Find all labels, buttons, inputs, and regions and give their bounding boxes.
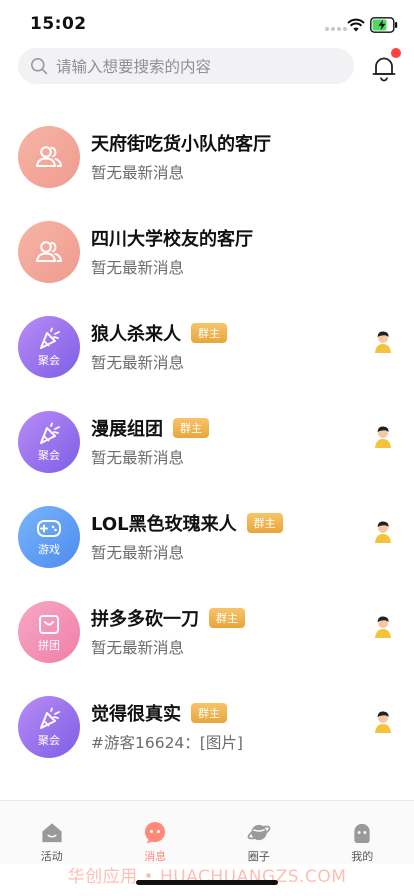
people-icon [34, 237, 64, 267]
home-icon [42, 823, 62, 843]
chat-last-message: 暂无最新消息 [91, 259, 185, 277]
member-avatar-icon [370, 517, 396, 543]
tab-bar: 活动 消息 圈子 我的 [0, 800, 414, 864]
chat-title-line: LOL黑色玫瑰来人 群主 [91, 510, 283, 536]
chat-title: 觉得很真实 [91, 704, 181, 725]
chat-avatar [18, 221, 80, 283]
chat-list-item[interactable]: 天府街吃货小队的客厅 暂无最新消息 [0, 110, 414, 205]
chat-last-message: 暂无最新消息 [91, 544, 185, 562]
chat-title-line: 拼多多砍一刀 群主 [91, 605, 245, 631]
chat-last-message: 暂无最新消息 [91, 354, 185, 372]
member-avatar-icon [370, 422, 396, 448]
tab-messages[interactable]: 消息 [104, 801, 208, 864]
avatar-category-label: 拼团 [38, 638, 60, 652]
planet-icon [247, 824, 271, 841]
status-time: 15:02 [30, 14, 87, 34]
member-avatar-icon [370, 707, 396, 733]
tab-activity[interactable]: 活动 [0, 801, 104, 864]
party-icon [37, 422, 61, 446]
chat-icon [145, 821, 166, 844]
chat-avatar: 聚会 [18, 696, 80, 758]
chat-list-item[interactable]: 聚会 觉得很真实 群主 #游客16624：[图片] [0, 680, 414, 775]
owner-badge: 群主 [191, 323, 227, 343]
owner-badge: 群主 [191, 703, 227, 723]
notification-bell-button[interactable] [370, 48, 401, 82]
chat-list-item[interactable]: 聚会 漫展组团 群主暂无最新消息 [0, 395, 414, 490]
chat-title: 天府街吃货小队的客厅 [91, 134, 271, 155]
avatar-category-label: 聚会 [38, 353, 60, 367]
chat-avatar: 游戏 [18, 506, 80, 568]
chat-avatar [18, 126, 80, 188]
owner-badge: 群主 [246, 513, 283, 533]
tab-circles[interactable]: 圈子 [207, 801, 311, 864]
chat-list-item[interactable]: 聚会 狼人杀来人 群主 暂无最新消息 [0, 300, 414, 395]
chat-title-line: 觉得很真实 群主 [91, 700, 227, 726]
status-bar: 15:02 [0, 0, 414, 48]
chat-avatar: 聚会 [18, 411, 80, 473]
chat-avatar: 聚会 [18, 316, 80, 378]
chat-title: 狼人杀来人 [91, 324, 181, 345]
search-icon [31, 58, 48, 75]
member-avatar-icon [370, 327, 396, 353]
party-icon [37, 707, 61, 731]
battery-charging-icon [370, 17, 398, 33]
chat-title: LOL黑色玫瑰来人 [91, 514, 237, 535]
chat-title: 拼多多砍一刀 [91, 609, 199, 630]
member-avatar-icon [370, 612, 396, 638]
chat-list-item[interactable]: 峡谷之巅的客厅暂无最新消息 [0, 96, 414, 110]
party-icon [37, 327, 61, 351]
people-icon [34, 142, 64, 172]
home-indicator [136, 880, 278, 885]
profile-icon [354, 823, 370, 844]
tab-me[interactable]: 我的 [311, 801, 414, 864]
chat-last-message: 暂无最新消息 [91, 449, 185, 467]
chat-last-message: #游客16624：[图片] [91, 734, 243, 752]
shopping-bag-icon [37, 612, 61, 636]
chat-title: 漫展组团 [91, 419, 163, 440]
chat-title-line: 天府街吃货小队的客厅 [91, 130, 271, 156]
chat-list-item[interactable]: 拼团 拼多多砍一刀 群主暂无最新消息 [0, 585, 414, 680]
chat-last-message: 暂无最新消息 [91, 164, 185, 182]
search-input[interactable]: 请输入想要搜索的内容 [56, 55, 211, 77]
chat-avatar: 拼团 [18, 601, 80, 663]
wifi-icon [347, 18, 365, 32]
avatar-category-label: 游戏 [38, 542, 60, 556]
notification-dot [391, 48, 401, 58]
bell-icon [372, 57, 396, 82]
chat-title-line: 四川大学校友的客厅 [91, 225, 253, 251]
cellular-signal-icon [325, 27, 347, 31]
chat-list[interactable]: 峡谷之巅的客厅暂无最新消息天府街吃货小队的客厅暂无最新消息四川大学校友的客厅暂无… [0, 96, 414, 800]
chat-list-item[interactable]: 四川大学校友的客厅 暂无最新消息 [0, 205, 414, 300]
chat-last-message: 暂无最新消息 [91, 639, 185, 657]
search-bar[interactable]: 请输入想要搜索的内容 [18, 48, 354, 84]
chat-title-line: 狼人杀来人 群主 [91, 320, 227, 346]
chat-title: 四川大学校友的客厅 [91, 229, 253, 250]
owner-badge: 群主 [173, 418, 209, 438]
chat-title-line: 漫展组团 群主 [91, 415, 209, 441]
avatar-category-label: 聚会 [38, 448, 60, 462]
avatar-category-label: 聚会 [38, 733, 60, 747]
gamepad-icon [36, 518, 62, 540]
owner-badge: 群主 [209, 608, 245, 628]
chat-list-item[interactable]: 游戏 LOL黑色玫瑰来人 群主暂无最新消息 [0, 490, 414, 585]
